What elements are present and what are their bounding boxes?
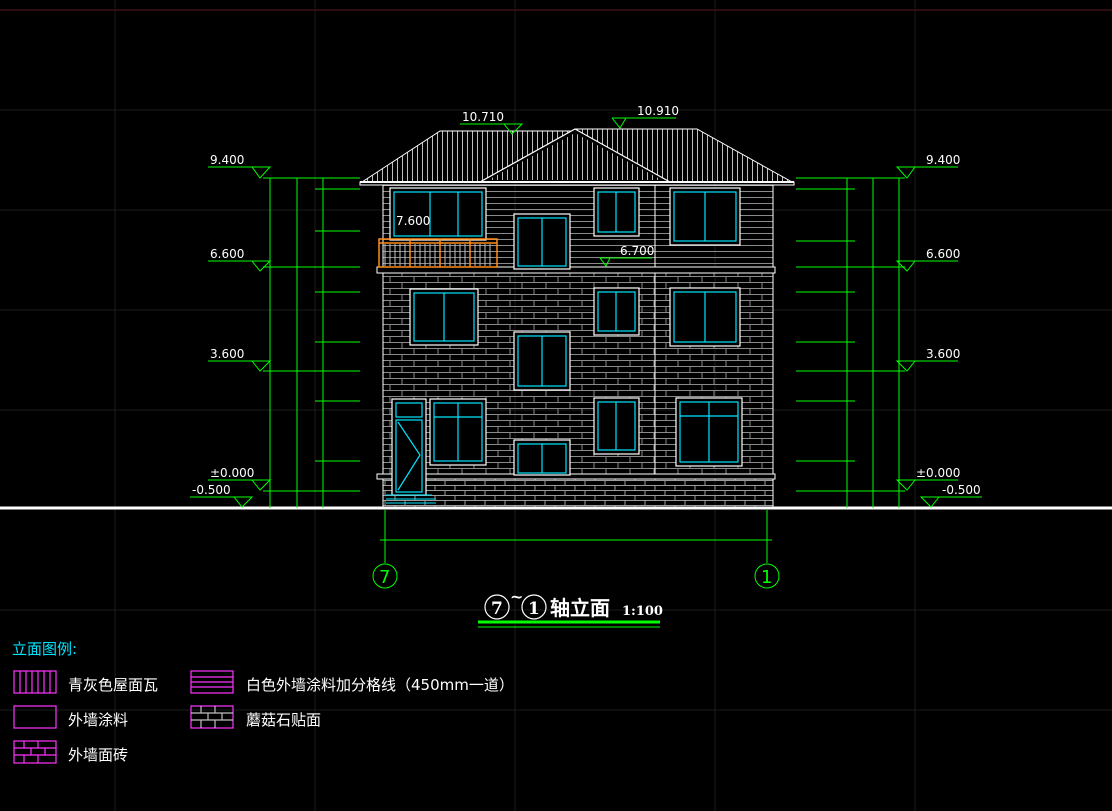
drawing-title: 7 ~ 1 轴立面 1:100 — [491, 587, 663, 620]
windows — [389, 187, 743, 496]
right-elev-5: -0.500 — [942, 483, 981, 497]
right-elev-2: 6.600 — [926, 247, 960, 261]
window-1f-right — [675, 397, 743, 467]
window-3f-center — [513, 213, 571, 270]
axis-lines — [372, 510, 780, 589]
right-elevation-labels: 9.400 6.600 3.600 ±0.000 -0.500 — [916, 153, 981, 497]
left-dimension-lines — [190, 166, 360, 508]
balcony-level-label: 7.600 — [396, 214, 430, 228]
legend-label-blank: 外墙涂料 — [68, 711, 128, 729]
door-front — [391, 398, 427, 496]
window-2f-left — [409, 288, 479, 346]
left-elev-1: 9.400 — [210, 153, 244, 167]
axis-label-right: 1 — [761, 567, 772, 588]
left-elev-5: -0.500 — [192, 483, 231, 497]
legend-label-roof-tile: 青灰色屋面瓦 — [68, 676, 158, 694]
window-1f-right-small — [593, 397, 640, 455]
floor-band-second — [376, 266, 776, 274]
title-scale: 1:100 — [622, 604, 663, 619]
right-dimension-lines — [796, 166, 982, 508]
window-2f-right-small — [593, 287, 640, 336]
right-elev-1: 9.400 — [926, 153, 960, 167]
title-axis-b: 1 — [528, 599, 540, 619]
window-2f-center — [513, 331, 571, 391]
title-text: 轴立面 — [550, 596, 610, 620]
title-tilde: ~ — [510, 587, 523, 606]
legend-swatch-mushroom-stone — [190, 705, 234, 729]
legend-label-mushroom-stone: 蘑菇石贴面 — [246, 711, 321, 729]
legend: 立面图例: 青灰色屋面瓦 白色外墙涂料加分格线（450mm一道） 外墙涂料 蘑菇… — [12, 640, 514, 764]
legend-label-brick: 外墙面砖 — [68, 746, 128, 764]
left-elev-3: 3.600 — [210, 347, 244, 361]
window-3f-right — [669, 187, 741, 246]
axis-label-left: 7 — [379, 567, 390, 588]
legend-swatch-horizontal-lines — [190, 670, 234, 694]
window-1f-left — [429, 398, 487, 466]
window-2f-right — [669, 287, 741, 347]
legend-heading: 立面图例: — [12, 640, 77, 658]
elevation-drawing-canvas: 9.400 6.600 3.600 ±0.000 -0.500 9.400 6.… — [0, 0, 1112, 811]
legend-swatch-blank — [13, 705, 57, 729]
ridge-left-label: 10.710 — [462, 110, 504, 124]
ridge-right-label: 10.910 — [637, 104, 679, 118]
legend-swatch-brick — [13, 740, 57, 764]
left-elev-2: 6.600 — [210, 247, 244, 261]
floor-band-ground — [376, 473, 776, 480]
legend-swatch-roof-tile — [13, 670, 57, 694]
plinth — [382, 478, 774, 508]
window-3f-right-small — [593, 187, 640, 237]
window-1f-center — [513, 439, 571, 476]
legend-label-horizontal-lines: 白色外墙涂料加分格线（450mm一道） — [246, 676, 514, 694]
right-elev-3: 3.600 — [926, 347, 960, 361]
roof — [359, 128, 795, 186]
title-axis-a: 7 — [491, 599, 503, 619]
left-elevation-labels: 9.400 6.600 3.600 ±0.000 -0.500 — [192, 153, 254, 497]
right-elev-4: ±0.000 — [916, 466, 960, 480]
left-elev-4: ±0.000 — [210, 466, 254, 480]
roof-level-label: 6.700 — [620, 244, 654, 258]
